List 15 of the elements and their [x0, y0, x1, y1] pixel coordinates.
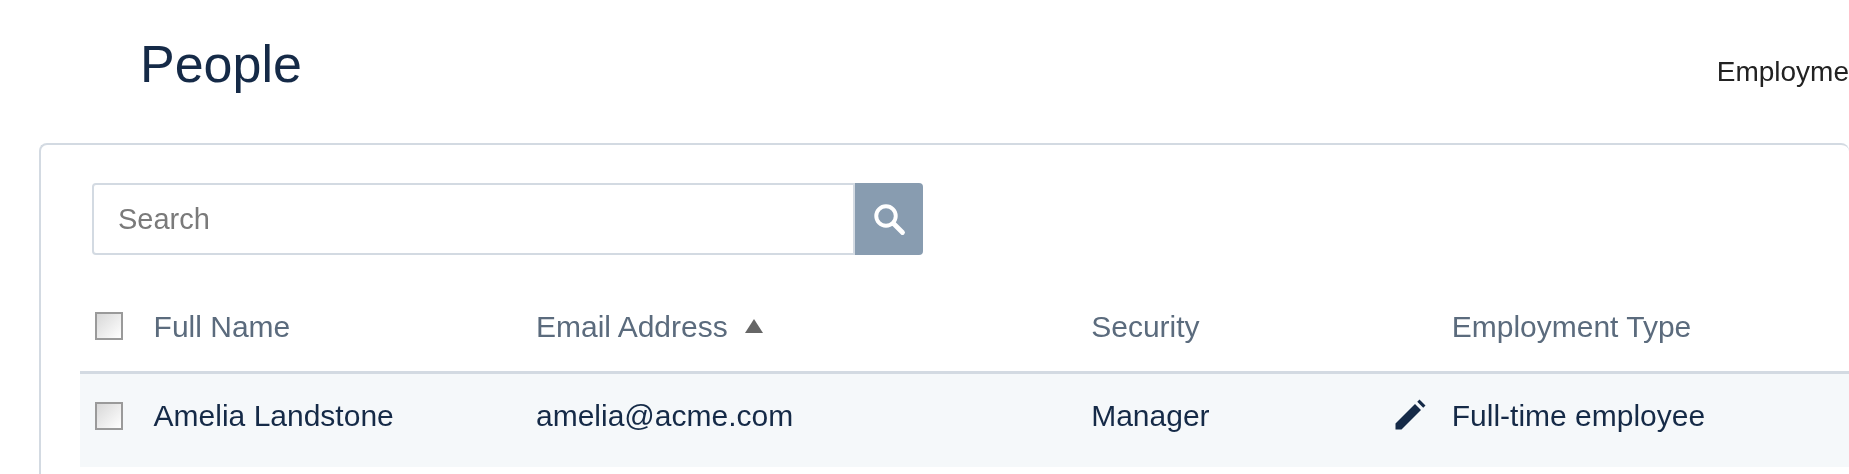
table-row[interactable]: Amelia Landstone amelia@acme.com Manager Full-time employee	[80, 374, 1849, 467]
column-header[interactable]: Full Name	[153, 303, 291, 349]
table-cell-text: amelia@acme.com	[536, 398, 794, 434]
checkbox[interactable]	[95, 401, 123, 430]
search-icon	[871, 201, 907, 237]
search-button[interactable]	[855, 183, 923, 255]
search-field[interactable]: Search	[92, 183, 855, 255]
table-cell-text: Manager	[1091, 398, 1210, 434]
column-header[interactable]: Email Address	[536, 303, 728, 349]
employment-link[interactable]: Employme	[1716, 51, 1849, 93]
table-cell-text: Amelia Landstone	[153, 398, 394, 434]
checkbox[interactable]	[95, 312, 123, 340]
column-header[interactable]: Employment Type	[1451, 303, 1692, 349]
column-header[interactable]: Security	[1091, 303, 1200, 349]
table-cell-text: Full-time employee	[1451, 398, 1706, 434]
